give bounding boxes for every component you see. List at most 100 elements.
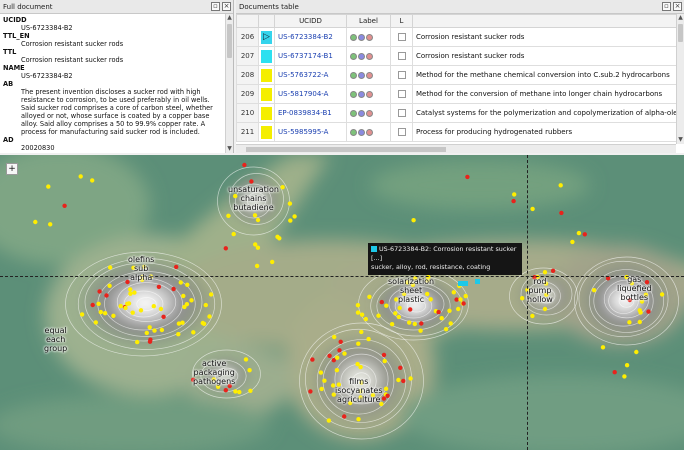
row-l-cell[interactable] — [390, 65, 413, 85]
document-point[interactable] — [98, 309, 104, 315]
label-dot-icon[interactable] — [366, 52, 373, 60]
document-point[interactable] — [159, 327, 165, 333]
document-point[interactable] — [396, 377, 401, 383]
row-title[interactable]: Process for producing hydrogenated rubbe… — [412, 122, 676, 142]
document-point[interactable] — [436, 309, 441, 315]
row-l-cell[interactable] — [390, 46, 413, 66]
document-point[interactable] — [570, 239, 575, 245]
table-horizontal-scrollbar[interactable] — [236, 144, 676, 153]
document-point[interactable] — [237, 389, 242, 395]
document-point[interactable] — [48, 222, 53, 227]
document-point[interactable] — [637, 319, 642, 325]
row-l-cell[interactable] — [390, 27, 413, 47]
row-checkbox[interactable] — [397, 90, 406, 98]
column-header-title[interactable] — [412, 14, 676, 28]
document-point[interactable] — [367, 294, 372, 299]
document-point[interactable] — [292, 214, 297, 219]
label-dot-icon[interactable] — [366, 90, 373, 98]
row-label-cell[interactable] — [346, 65, 391, 85]
document-point[interactable] — [363, 316, 368, 322]
float-panel-icon[interactable]: ▫ — [211, 2, 220, 11]
table-vertical-scrollbar[interactable]: ▲ ▼ — [676, 14, 684, 144]
document-point[interactable] — [247, 368, 252, 373]
document-point[interactable] — [634, 349, 639, 355]
document-point[interactable] — [191, 330, 196, 335]
table-row[interactable]: 209 US-5817904-A Method for the conversion… — [236, 84, 676, 104]
document-point[interactable] — [152, 328, 157, 333]
document-point[interactable] — [78, 174, 83, 179]
document-point[interactable] — [176, 332, 181, 337]
close-panel-icon[interactable]: × — [673, 2, 682, 11]
document-point[interactable] — [203, 302, 208, 308]
document-point[interactable] — [359, 329, 364, 335]
document-point[interactable] — [443, 327, 449, 332]
document-point[interactable] — [456, 306, 461, 312]
column-header-ucidd[interactable]: UCIDD — [274, 14, 347, 28]
cluster-label[interactable]: gas liquefied bottles — [617, 275, 652, 302]
document-point[interactable] — [277, 236, 282, 241]
row-ucidd[interactable]: EP-0839834-B1 — [274, 103, 347, 123]
document-point[interactable] — [310, 357, 315, 362]
scrollbar-thumb[interactable] — [678, 24, 683, 42]
document-point[interactable] — [125, 301, 130, 306]
document-point[interactable] — [242, 162, 247, 168]
document-point[interactable] — [600, 345, 606, 350]
row-label-cell[interactable] — [346, 122, 391, 142]
document-point[interactable] — [335, 355, 340, 360]
document-point[interactable] — [356, 341, 361, 346]
cluster-label[interactable]: unsaturation chains butadiene — [228, 185, 279, 212]
document-point[interactable] — [147, 325, 152, 330]
document-point[interactable] — [465, 174, 470, 180]
document-point[interactable] — [342, 414, 347, 419]
document-point[interactable] — [638, 310, 643, 315]
document-point[interactable] — [530, 206, 535, 212]
document-point[interactable] — [174, 264, 179, 270]
document-point[interactable] — [97, 289, 102, 294]
cluster-label[interactable]: rod pump hollow — [527, 277, 553, 304]
document-point[interactable] — [576, 230, 582, 236]
row-color-cell[interactable]: ▷ — [258, 27, 275, 47]
label-dot-icon[interactable] — [350, 90, 357, 98]
document-point[interactable] — [622, 374, 627, 379]
row-number[interactable]: 207 — [236, 46, 259, 66]
row-ucidd[interactable]: US-5763722-A — [274, 65, 347, 85]
document-point[interactable] — [128, 291, 133, 296]
document-point[interactable] — [355, 303, 361, 308]
label-dot-icon[interactable] — [366, 128, 373, 136]
cluster-label[interactable]: films isocyanates agriculture — [335, 377, 383, 404]
density-map[interactable] — [0, 155, 684, 450]
document-point[interactable] — [439, 316, 444, 321]
document-point[interactable] — [396, 314, 401, 320]
label-dot-icon[interactable] — [366, 109, 373, 117]
row-label-cell[interactable] — [346, 27, 391, 47]
document-point[interactable] — [180, 320, 185, 325]
document-point[interactable] — [189, 298, 194, 303]
label-dot-icon[interactable] — [358, 71, 365, 79]
document-point[interactable] — [255, 217, 261, 223]
document-point[interactable] — [252, 213, 258, 218]
document-point[interactable] — [326, 418, 332, 423]
document-point[interactable] — [454, 297, 459, 302]
document-point[interactable] — [384, 303, 389, 308]
selected-document-point[interactable] — [458, 281, 463, 286]
document-point[interactable] — [107, 283, 112, 288]
document-point[interactable] — [458, 297, 463, 302]
document-point[interactable] — [366, 336, 371, 342]
row-label-cell[interactable] — [346, 46, 391, 66]
label-dot-icon[interactable] — [358, 128, 365, 136]
document-point[interactable] — [418, 328, 423, 333]
label-dot-icon[interactable] — [358, 52, 365, 60]
document-point[interactable] — [383, 386, 389, 391]
document-point[interactable] — [419, 321, 424, 326]
document-point[interactable] — [401, 378, 406, 384]
document-point[interactable] — [104, 293, 109, 298]
document-point[interactable] — [151, 304, 156, 309]
document-point[interactable] — [550, 268, 556, 273]
document-point[interactable] — [280, 185, 285, 190]
document-point[interactable] — [249, 179, 254, 184]
document-point[interactable] — [107, 265, 113, 270]
document-point[interactable] — [385, 393, 390, 398]
document-point[interactable] — [79, 312, 85, 317]
column-header[interactable] — [258, 14, 275, 28]
document-point[interactable] — [158, 306, 164, 312]
